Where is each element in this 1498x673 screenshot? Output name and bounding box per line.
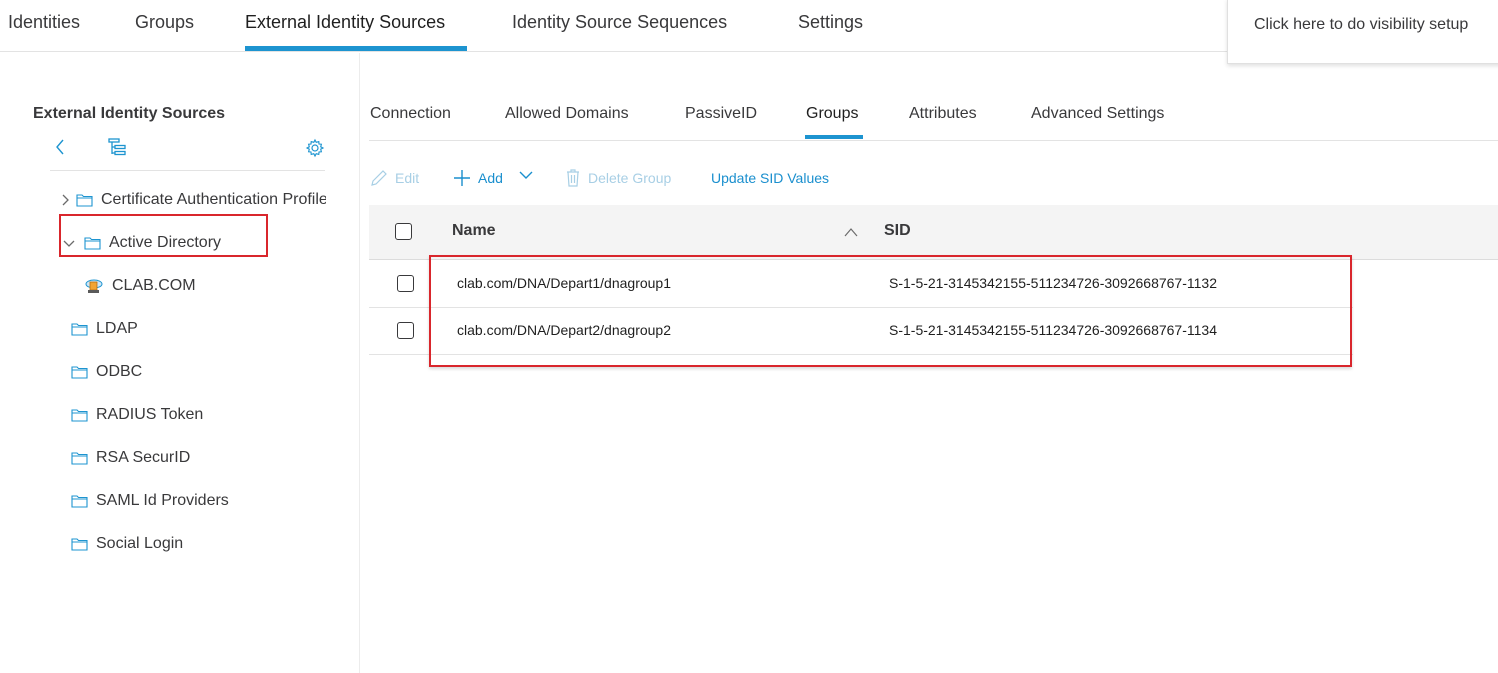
- folder-icon: [71, 494, 88, 508]
- row-checkbox[interactable]: [397, 322, 414, 339]
- folder-icon: [71, 322, 88, 336]
- sidebar: External Identity Sources Certificate Au…: [0, 53, 360, 673]
- tree-item-label: RADIUS Token: [96, 406, 204, 423]
- tree-view-icon[interactable]: [105, 135, 129, 159]
- tree-item-certificate-authentication-profile[interactable]: Certificate Authentication Profile: [60, 191, 326, 209]
- tree-item-ldap[interactable]: LDAP: [71, 320, 138, 338]
- chevron-down-icon: [519, 171, 533, 179]
- folder-icon: [71, 365, 88, 379]
- tab-external-identity-sources[interactable]: External Identity Sources: [245, 12, 445, 33]
- delete-group-button[interactable]: Delete Group: [564, 168, 671, 188]
- tree-item-label: ODBC: [96, 363, 143, 380]
- selection-highlight-box: [59, 214, 268, 257]
- tab-settings[interactable]: Settings: [798, 12, 863, 33]
- add-button-label: Add: [478, 170, 503, 186]
- tree-item-saml-id-providers[interactable]: SAML Id Providers: [71, 492, 229, 510]
- update-sid-values-button[interactable]: Update SID Values: [711, 170, 829, 186]
- edit-button-label: Edit: [395, 170, 420, 186]
- tab-attributes[interactable]: Attributes: [909, 105, 977, 123]
- trash-icon: [567, 169, 579, 187]
- tab-groups-sub[interactable]: Groups: [806, 105, 858, 123]
- tab-identity-source-sequences[interactable]: Identity Source Sequences: [512, 12, 727, 33]
- plus-icon: [454, 170, 470, 186]
- tab-allowed-domains[interactable]: Allowed Domains: [505, 105, 629, 123]
- folder-icon: [71, 537, 88, 551]
- tree-item-clab-com[interactable]: CLAB.COM: [84, 277, 196, 295]
- delete-group-button-label: Delete Group: [588, 170, 672, 186]
- tree-item-radius-token[interactable]: RADIUS Token: [71, 406, 203, 424]
- sort-ascending-icon[interactable]: [843, 225, 859, 243]
- tree-item-label: LDAP: [96, 320, 138, 337]
- edit-button[interactable]: Edit: [369, 168, 419, 188]
- select-all-checkbox[interactable]: [395, 223, 412, 240]
- visibility-setup-banner[interactable]: Click here to do visibility setup: [1227, 0, 1498, 64]
- groups-toolbar: Edit Add Delete Group Update SID Values: [369, 165, 1498, 195]
- tab-advanced-settings[interactable]: Advanced Settings: [1031, 105, 1164, 123]
- rows-highlight-box: [429, 255, 1352, 367]
- domain-server-icon: [84, 277, 104, 295]
- update-sid-values-label: Update SID Values: [711, 170, 830, 186]
- folder-icon: [71, 408, 88, 422]
- chevron-left-icon[interactable]: [48, 135, 72, 159]
- tree-item-label: Social Login: [96, 535, 184, 552]
- pencil-icon: [371, 170, 387, 186]
- tab-passiveid[interactable]: PassiveID: [685, 105, 757, 123]
- gear-icon[interactable]: [303, 136, 327, 160]
- add-dropdown-button[interactable]: [518, 168, 540, 182]
- folder-icon: [76, 193, 93, 207]
- tree-item-label: CLAB.COM: [112, 277, 196, 294]
- sidebar-title: External Identity Sources: [33, 105, 226, 122]
- tree-item-social-login[interactable]: Social Login: [71, 535, 183, 553]
- tree-item-label: SAML Id Providers: [96, 492, 229, 509]
- active-tab-indicator: [245, 46, 467, 51]
- folder-icon: [71, 451, 88, 465]
- column-header-name[interactable]: Name: [452, 222, 496, 240]
- row-checkbox[interactable]: [397, 275, 414, 292]
- tree-item-label: Certificate Authentication Profile: [101, 191, 326, 208]
- tree-item-odbc[interactable]: ODBC: [71, 363, 142, 381]
- active-subtab-indicator: [805, 135, 863, 139]
- tab-groups[interactable]: Groups: [135, 12, 194, 33]
- tree-item-label: RSA SecurID: [96, 449, 191, 466]
- tab-identities[interactable]: Identities: [8, 12, 80, 33]
- tab-connection[interactable]: Connection: [370, 105, 451, 123]
- tree-item-rsa-securid[interactable]: RSA SecurID: [71, 449, 190, 467]
- sidebar-toolbar: [50, 131, 325, 171]
- chevron-right-icon[interactable]: [60, 193, 70, 207]
- visibility-setup-link[interactable]: Click here to do visibility setup: [1254, 16, 1468, 34]
- add-button[interactable]: Add: [452, 168, 503, 188]
- column-header-sid[interactable]: SID: [884, 222, 911, 240]
- sub-navigation: Connection Allowed Domains PassiveID Gro…: [369, 92, 1498, 141]
- table-header: Name SID: [369, 205, 1498, 260]
